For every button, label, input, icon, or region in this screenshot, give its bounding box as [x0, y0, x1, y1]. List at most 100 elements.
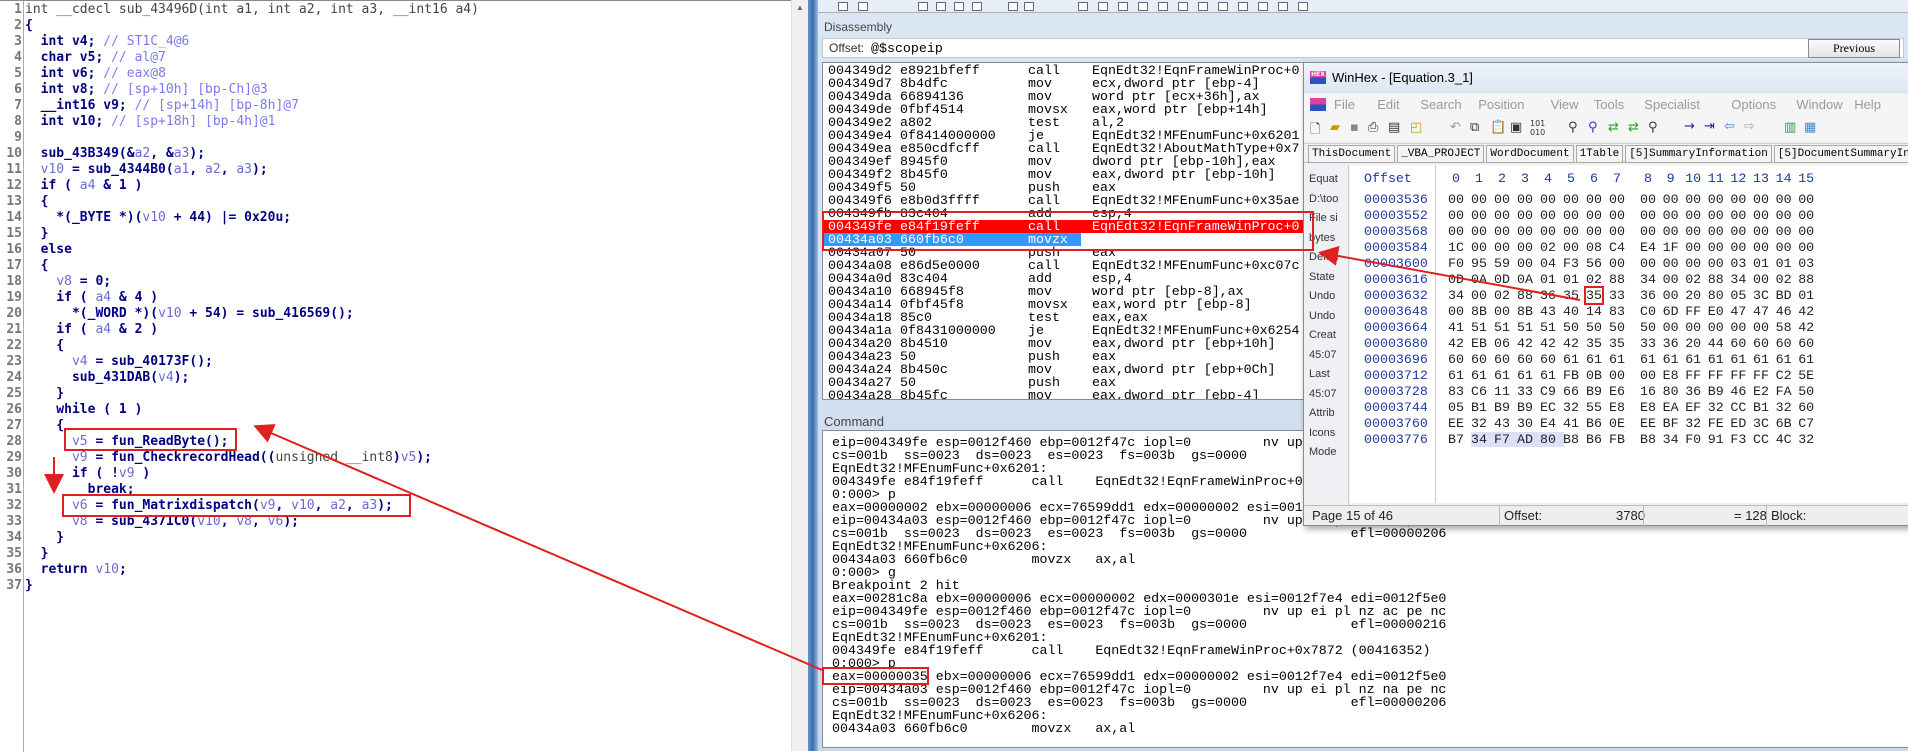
hex-byte[interactable]: 61	[1517, 368, 1533, 383]
hex-byte[interactable]: 02	[1586, 272, 1602, 287]
hex-byte[interactable]: 80	[1663, 384, 1679, 399]
hex-byte[interactable]: 00	[1776, 240, 1792, 255]
open-file-icon[interactable]: ▰	[1330, 120, 1340, 135]
hex-byte[interactable]: 44	[1708, 336, 1724, 351]
code-line[interactable]: int v4; // ST1C_4@6	[25, 34, 190, 49]
hex-byte[interactable]: 06	[1494, 336, 1510, 351]
hex-byte[interactable]: 00	[1685, 320, 1701, 335]
hex-byte[interactable]: 00	[1753, 240, 1769, 255]
code-line[interactable]: {	[25, 338, 64, 353]
hex-byte[interactable]: 00	[1609, 256, 1625, 271]
hex-byte[interactable]: 1F	[1663, 240, 1679, 255]
hex-byte[interactable]: 00	[1708, 256, 1724, 271]
hex-byte[interactable]: 01	[1798, 288, 1814, 303]
hex-byte[interactable]: 00	[1563, 224, 1579, 239]
hex-byte[interactable]: 91	[1708, 432, 1724, 447]
hex-byte[interactable]: F3	[1563, 256, 1579, 271]
code-line[interactable]: v6 = fun_Matrixdispatch(v9, v10, a2, a3)…	[25, 498, 393, 513]
callstack-window-icon[interactable]	[1178, 2, 1188, 11]
hex-byte[interactable]: EA	[1663, 400, 1679, 415]
code-line[interactable]: break;	[25, 482, 135, 497]
code-line[interactable]: sub_431DAB(v4);	[25, 370, 189, 385]
back-icon[interactable]: ⇦	[1724, 119, 1735, 134]
source-mode-icon[interactable]	[1258, 2, 1268, 11]
hex-byte[interactable]: 60	[1776, 336, 1792, 351]
hex-byte[interactable]: E8	[1640, 400, 1656, 415]
replace-text-icon[interactable]: ⇄	[1608, 120, 1619, 135]
hex-byte[interactable]: 00	[1685, 240, 1701, 255]
hex-byte[interactable]: EC	[1540, 400, 1556, 415]
hex-byte[interactable]: 02	[1494, 288, 1510, 303]
code-line[interactable]: v5 = fun_ReadByte();	[25, 434, 229, 449]
hex-byte[interactable]: 00	[1798, 240, 1814, 255]
properties-icon[interactable]: ▤	[1388, 120, 1400, 135]
hex-byte[interactable]: 00	[1708, 192, 1724, 207]
hex-byte[interactable]: FB	[1563, 368, 1579, 383]
hex-byte[interactable]: 60	[1540, 352, 1556, 367]
hex-byte[interactable]: 36	[1663, 336, 1679, 351]
hex-byte[interactable]: 32	[1563, 400, 1579, 415]
code-line[interactable]: {	[25, 194, 49, 209]
watch-window-icon[interactable]	[1098, 2, 1108, 11]
previous-button[interactable]: Previous	[1808, 39, 1900, 58]
pane-splitter[interactable]	[808, 0, 818, 751]
hex-byte[interactable]: 00	[1685, 256, 1701, 271]
hex-byte[interactable]: 00	[1609, 368, 1625, 383]
options-icon[interactable]	[1298, 2, 1308, 11]
hex-byte[interactable]: 00	[1471, 192, 1487, 207]
hex-byte[interactable]: 56	[1586, 256, 1602, 271]
hex-byte[interactable]: 61	[1798, 352, 1814, 367]
forward-icon[interactable]: ⇨	[1744, 119, 1755, 134]
hex-byte[interactable]: B7	[1448, 432, 1464, 447]
hex-byte[interactable]: 00	[1609, 192, 1625, 207]
code-line[interactable]: }	[25, 546, 49, 561]
hex-byte[interactable]: BD	[1776, 288, 1792, 303]
hex-byte[interactable]: 88	[1798, 272, 1814, 287]
offset-input[interactable]: @$scopeip	[871, 41, 943, 56]
hex-byte[interactable]: 61	[1708, 352, 1724, 367]
hex-byte[interactable]: 05	[1730, 288, 1746, 303]
hex-byte[interactable]: 61	[1776, 352, 1792, 367]
code-line[interactable]: }	[25, 386, 64, 401]
hex-byte[interactable]: ED	[1730, 416, 1746, 431]
hex-byte[interactable]: B6	[1586, 432, 1602, 447]
hex-byte[interactable]: 34	[1471, 432, 1495, 447]
hex-byte[interactable]: FF	[1708, 368, 1724, 383]
hex-byte[interactable]: 00	[1663, 320, 1679, 335]
goto-page-icon[interactable]: ⇥	[1704, 119, 1715, 134]
hex-byte[interactable]: 00	[1494, 240, 1510, 255]
hex-byte[interactable]: EE	[1448, 416, 1464, 431]
code-line[interactable]: while ( 1 )	[25, 402, 142, 417]
hex-byte[interactable]: E0	[1708, 304, 1724, 319]
code-line[interactable]: v8 = 0;	[25, 274, 111, 289]
hex-byte[interactable]: 50	[1798, 384, 1814, 399]
hex-byte[interactable]: 00	[1663, 208, 1679, 223]
paste-icon[interactable]: 📋	[1490, 120, 1506, 135]
hex-byte[interactable]: 50	[1640, 320, 1656, 335]
hex-byte[interactable]: 50	[1563, 320, 1579, 335]
hex-grid[interactable]: Offset 0 1 2 3 4 5 6 7 8 9 10 11 12 13 14 15 00003536 00 0…	[1350, 165, 1908, 503]
code-line[interactable]: if ( a4 & 1 )	[25, 178, 143, 193]
hex-byte[interactable]: 01	[1753, 256, 1769, 271]
hex-byte[interactable]: 00	[1685, 192, 1701, 207]
find-again-icon[interactable]: ⚲	[1648, 120, 1658, 135]
hex-byte[interactable]: 8B	[1517, 304, 1533, 319]
hex-byte[interactable]: 00	[1563, 208, 1579, 223]
hex-byte[interactable]: AD	[1517, 432, 1541, 447]
hex-byte[interactable]: 00	[1517, 224, 1533, 239]
hex-byte[interactable]: 00	[1471, 288, 1487, 303]
hex-byte[interactable]: 32	[1776, 400, 1792, 415]
hex-byte[interactable]: 00	[1540, 192, 1556, 207]
hex-byte[interactable]: C7	[1798, 416, 1814, 431]
undo-icon[interactable]: ↶	[1450, 120, 1461, 135]
hex-byte[interactable]: 61	[1448, 368, 1464, 383]
hex-byte[interactable]: 00	[1753, 320, 1769, 335]
hex-byte[interactable]: 0A	[1471, 272, 1487, 287]
hex-byte[interactable]: 59	[1494, 256, 1510, 271]
hex-byte[interactable]: 01	[1563, 272, 1579, 287]
hex-byte[interactable]: F0	[1685, 432, 1701, 447]
hex-byte[interactable]: 00	[1663, 288, 1679, 303]
hex-byte[interactable]: F0	[1448, 256, 1464, 271]
code-line[interactable]: {	[25, 418, 64, 433]
hex-byte[interactable]: B9	[1494, 400, 1510, 415]
